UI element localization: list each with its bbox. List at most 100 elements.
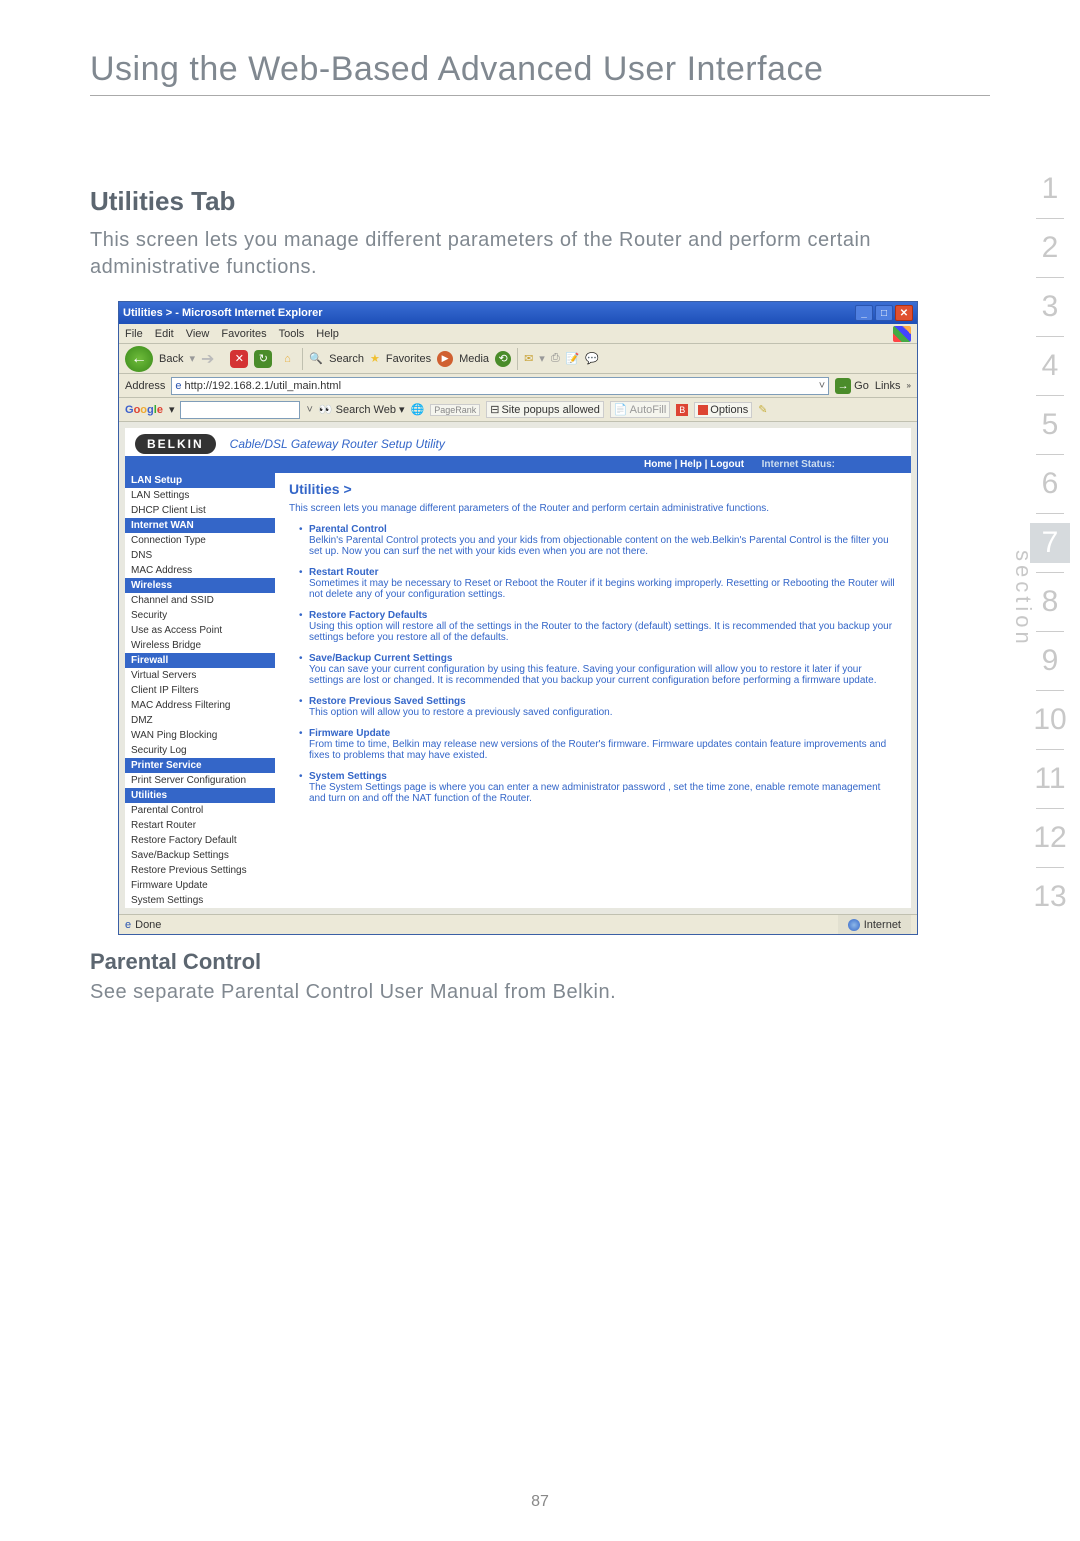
- section-tab-7[interactable]: 7: [1030, 523, 1070, 563]
- sidebar-item-dmz[interactable]: DMZ: [125, 713, 275, 728]
- sidebar-item-wireless-bridge[interactable]: Wireless Bridge: [125, 638, 275, 653]
- autofill-icon: 📄: [614, 403, 628, 416]
- section-tab-3[interactable]: 3: [1030, 278, 1070, 336]
- minimize-icon[interactable]: _: [855, 305, 873, 321]
- section-tab-6[interactable]: 6: [1030, 455, 1070, 513]
- autofill-chip[interactable]: 📄 AutoFill: [610, 401, 670, 418]
- favorites-star-icon[interactable]: ★: [370, 352, 380, 365]
- highlight-icon[interactable]: ✎: [758, 403, 767, 416]
- sidebar-item-wan-ping[interactable]: WAN Ping Blocking: [125, 728, 275, 743]
- sidebar-item-restart-router[interactable]: Restart Router: [125, 818, 275, 833]
- section-tab-4[interactable]: 4: [1030, 337, 1070, 395]
- util-link-save-backup[interactable]: Save/Backup Current Settings: [309, 653, 452, 664]
- block-b-icon[interactable]: B: [676, 404, 688, 416]
- news-icon[interactable]: 🌐: [410, 403, 424, 416]
- sidebar-item-mac-address[interactable]: MAC Address: [125, 563, 275, 578]
- edit-icon[interactable]: 📝: [566, 352, 580, 365]
- popups-allowed-chip[interactable]: ⊟ Site popups allowed: [486, 401, 604, 418]
- sidebar-item-channel-ssid[interactable]: Channel and SSID: [125, 593, 275, 608]
- back-label[interactable]: Back: [159, 353, 183, 365]
- menu-view[interactable]: View: [186, 328, 210, 340]
- media-label[interactable]: Media: [459, 353, 489, 365]
- pagerank-label[interactable]: PageRank: [430, 404, 480, 416]
- list-item: Restore Previous Saved SettingsThis opti…: [299, 696, 897, 718]
- stop-icon[interactable]: ✕: [230, 350, 248, 368]
- search-icon[interactable]: 🔍: [309, 352, 323, 365]
- address-value: http://192.168.2.1/util_main.html: [184, 380, 341, 392]
- section-heading-utilities: Utilities Tab: [90, 186, 1020, 217]
- sidebar-item-dns[interactable]: DNS: [125, 548, 275, 563]
- sidebar-item-restore-previous[interactable]: Restore Previous Settings: [125, 863, 275, 878]
- section-tab-8[interactable]: 8: [1030, 573, 1070, 631]
- util-link-system[interactable]: System Settings: [309, 771, 387, 782]
- refresh-icon[interactable]: ↻: [254, 350, 272, 368]
- ie-window-screenshot: Utilities > - Microsoft Internet Explore…: [118, 301, 918, 935]
- sidebar-group-printer: Printer Service: [125, 758, 275, 773]
- sidebar-item-print-server[interactable]: Print Server Configuration: [125, 773, 275, 788]
- options-chip[interactable]: Options: [694, 402, 752, 418]
- google-toolbar: Google ▾ ˅ 👀 Search Web ▾ 🌐 PageRank ⊟ S…: [119, 398, 917, 422]
- section-tab-13[interactable]: 13: [1030, 868, 1070, 926]
- home-icon[interactable]: ⌂: [278, 350, 296, 368]
- menu-favorites[interactable]: Favorites: [221, 328, 266, 340]
- util-link-restart[interactable]: Restart Router: [309, 567, 378, 578]
- sidebar-item-security[interactable]: Security: [125, 608, 275, 623]
- history-icon[interactable]: ⟲: [495, 351, 511, 367]
- sidebar-item-access-point[interactable]: Use as Access Point: [125, 623, 275, 638]
- section-tab-9[interactable]: 9: [1030, 632, 1070, 690]
- ie-statusbar: e Done Internet: [119, 914, 917, 934]
- forward-icon[interactable]: ➔: [201, 349, 214, 369]
- sidebar-item-dhcp-client-list[interactable]: DHCP Client List: [125, 503, 275, 518]
- discuss-icon[interactable]: 💬: [585, 352, 599, 365]
- sidebar-item-save-backup[interactable]: Save/Backup Settings: [125, 848, 275, 863]
- menu-edit[interactable]: Edit: [155, 328, 174, 340]
- favorites-label[interactable]: Favorites: [386, 353, 431, 365]
- section-tabs: 12345678910111213: [1020, 160, 1080, 926]
- sidebar-item-restore-factory[interactable]: Restore Factory Default: [125, 833, 275, 848]
- sidebar-item-firmware-update[interactable]: Firmware Update: [125, 878, 275, 893]
- section-tab-5[interactable]: 5: [1030, 396, 1070, 454]
- google-search-input[interactable]: [180, 401, 300, 419]
- menu-tools[interactable]: Tools: [279, 328, 305, 340]
- menu-file[interactable]: File: [125, 328, 143, 340]
- util-link-firmware[interactable]: Firmware Update: [309, 728, 390, 739]
- sidebar-item-connection-type[interactable]: Connection Type: [125, 533, 275, 548]
- sidebar-item-client-ip-filters[interactable]: Client IP Filters: [125, 683, 275, 698]
- ie-titlebar: Utilities > - Microsoft Internet Explore…: [119, 302, 917, 324]
- belkin-page-host: BELKIN Cable/DSL Gateway Router Setup Ut…: [119, 422, 917, 914]
- close-icon[interactable]: ✕: [895, 305, 913, 321]
- google-logo[interactable]: Google: [125, 404, 163, 416]
- sidebar-item-security-log[interactable]: Security Log: [125, 743, 275, 758]
- page-main-title: Using the Web-Based Advanced User Interf…: [90, 50, 1020, 89]
- options-icon: [698, 405, 708, 415]
- links-label[interactable]: Links: [875, 380, 901, 392]
- belkin-logo: BELKIN: [135, 434, 216, 454]
- sidebar-item-lan-settings[interactable]: LAN Settings: [125, 488, 275, 503]
- print-icon[interactable]: ⎙: [551, 352, 560, 365]
- search-label[interactable]: Search: [329, 353, 364, 365]
- menu-help[interactable]: Help: [316, 328, 339, 340]
- media-icon[interactable]: ▶: [437, 351, 453, 367]
- maximize-icon[interactable]: □: [875, 305, 893, 321]
- list-item: Save/Backup Current SettingsYou can save…: [299, 653, 897, 686]
- util-link-restore-factory[interactable]: Restore Factory Defaults: [309, 610, 427, 621]
- section-tab-2[interactable]: 2: [1030, 219, 1070, 277]
- google-search-web-button[interactable]: 👀 Search Web ▾: [319, 403, 405, 416]
- section-tab-10[interactable]: 10: [1030, 691, 1070, 749]
- section-tab-11[interactable]: 11: [1030, 750, 1070, 808]
- mail-icon[interactable]: ✉: [524, 352, 533, 365]
- sidebar-item-system-settings[interactable]: System Settings: [125, 893, 275, 908]
- util-link-restore-prev[interactable]: Restore Previous Saved Settings: [309, 696, 466, 707]
- belkin-tagline: Cable/DSL Gateway Router Setup Utility: [230, 437, 445, 451]
- util-link-parental[interactable]: Parental Control: [309, 524, 387, 535]
- belkin-top-links[interactable]: Home | Help | Logout: [644, 459, 744, 470]
- sidebar-item-parental-control[interactable]: Parental Control: [125, 803, 275, 818]
- section-tab-1[interactable]: 1: [1030, 160, 1070, 218]
- go-button[interactable]: → Go: [835, 378, 869, 394]
- address-input[interactable]: e http://192.168.2.1/util_main.html ˅: [171, 377, 829, 395]
- back-button-icon[interactable]: ←: [125, 346, 153, 372]
- sidebar-item-virtual-servers[interactable]: Virtual Servers: [125, 668, 275, 683]
- section-tab-12[interactable]: 12: [1030, 809, 1070, 867]
- binoculars-icon: 👀: [319, 403, 333, 416]
- sidebar-item-mac-filtering[interactable]: MAC Address Filtering: [125, 698, 275, 713]
